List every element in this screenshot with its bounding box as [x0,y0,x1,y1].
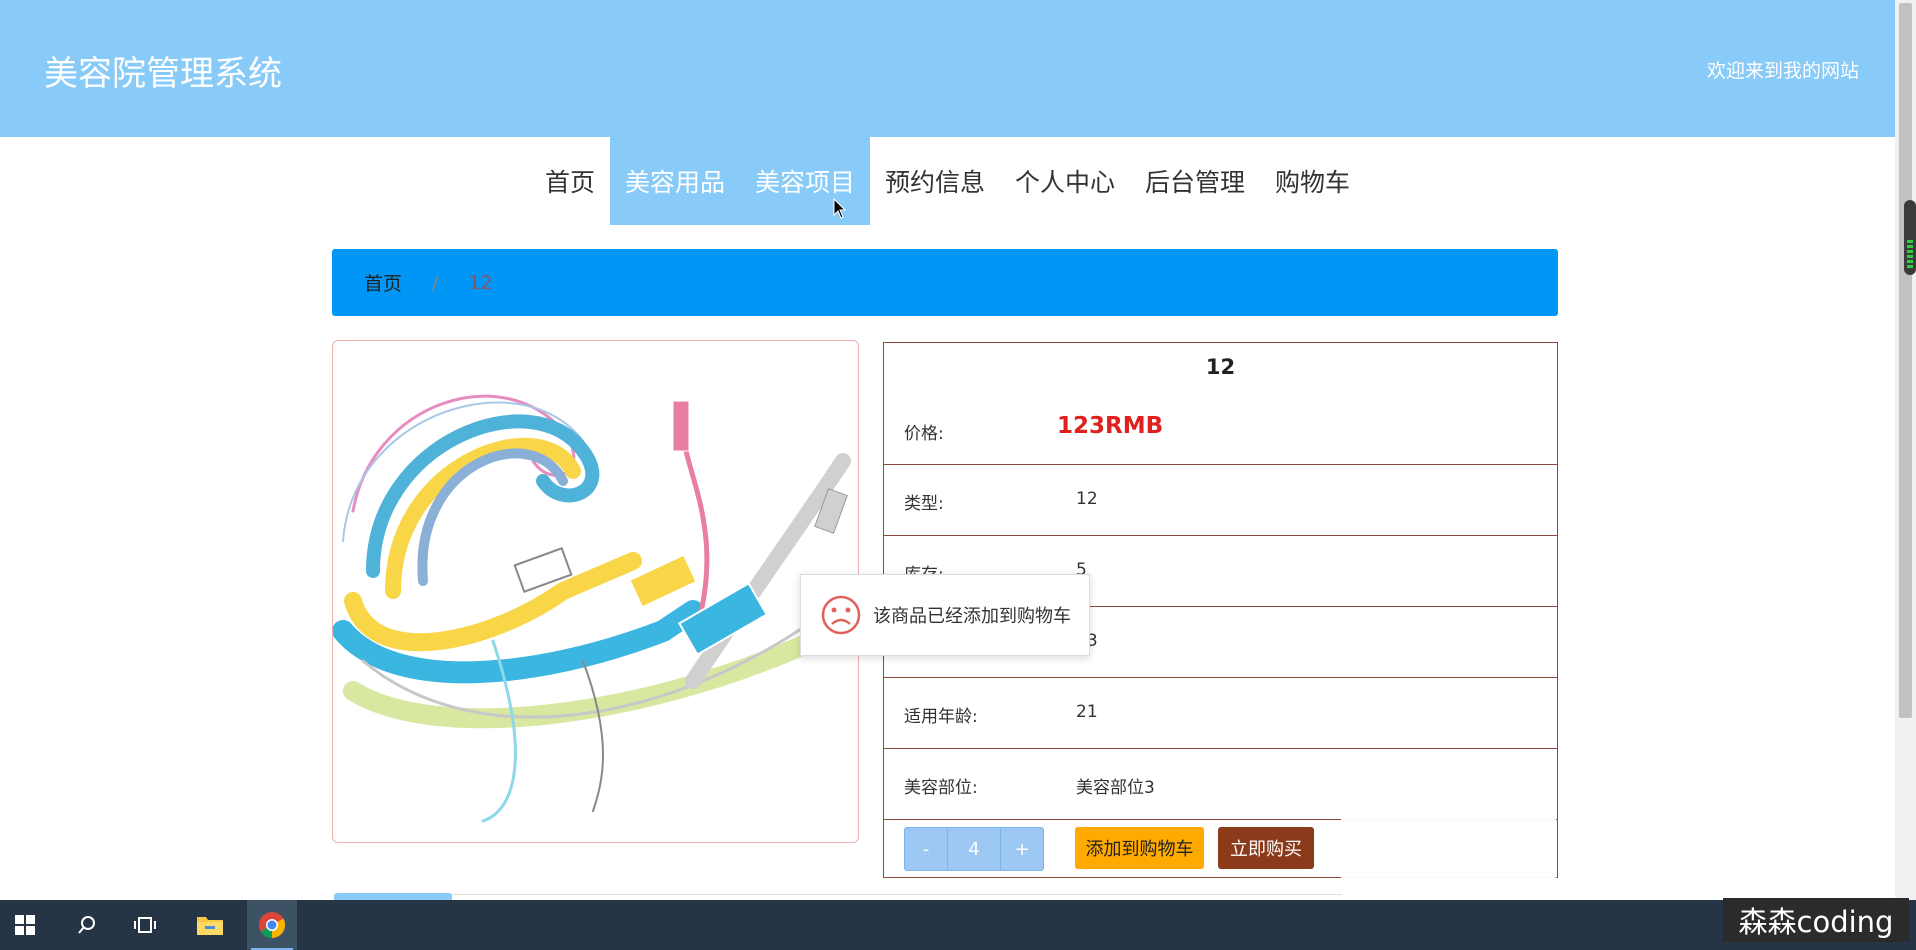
chrome-icon[interactable] [247,900,297,950]
mouse-cursor-icon [833,198,847,219]
body-part-value: 美容部位3 [1076,778,1155,798]
windows-start-icon[interactable] [0,900,50,950]
nav-item-appointments[interactable]: 预约信息 [870,137,1000,225]
product-image [332,340,859,843]
nav-item-personal-center[interactable]: 个人中心 [1000,137,1130,225]
toast-message: 该商品已经添加到购物车 [873,606,1071,627]
watermark: 森森coding [1723,898,1909,942]
search-icon[interactable] [62,900,112,950]
site-title: 美容院管理系统 [44,54,282,94]
toast-notification: 该商品已经添加到购物车 [800,574,1090,656]
quantity-value[interactable]: 4 [947,828,1001,870]
buy-now-button[interactable]: 立即购买 [1218,827,1314,869]
scrollbar-thumb[interactable] [1899,3,1912,718]
sad-face-icon [821,595,861,635]
price-label: 价格: [904,424,944,444]
nav-item-admin[interactable]: 后台管理 [1130,137,1260,225]
task-view-icon[interactable] [120,900,170,950]
body-part-label: 美容部位: [904,778,978,798]
age-row: 适用年龄: 21 [884,678,1557,749]
vertical-scrollbar[interactable] [1895,0,1916,900]
main-nav: 首页 美容用品 美容项目 预约信息 个人中心 后台管理 购物车 [0,137,1895,225]
type-value: 12 [1076,489,1098,509]
age-value: 21 [1076,702,1098,722]
nav-item-home[interactable]: 首页 [530,137,610,225]
breadcrumb: 首页 / 12 [332,249,1558,316]
breadcrumb-home[interactable]: 首页 [364,269,402,296]
usb-cables-illustration [333,394,855,823]
bottom-divider [452,894,1342,895]
white-overlay [1341,760,1556,895]
breadcrumb-separator: / [432,271,439,294]
price-row: 价格: 123RMB [884,343,1557,465]
quantity-increment-button[interactable]: + [1001,828,1043,870]
quantity-decrement-button[interactable]: - [905,828,947,870]
price-value: 123RMB [1057,413,1164,439]
file-explorer-icon[interactable] [185,900,235,950]
nav-item-beauty-projects[interactable]: 美容项目 [739,137,870,225]
add-to-cart-button[interactable]: 添加到购物车 [1075,827,1204,869]
type-row: 类型: 12 [884,465,1557,536]
age-label: 适用年龄: [904,707,978,727]
quantity-stepper[interactable]: - 4 + [904,827,1044,871]
nav-item-beauty-products[interactable]: 美容用品 [609,137,740,225]
scroll-indicator [1904,200,1916,275]
breadcrumb-current: 12 [468,271,493,294]
site-header: 美容院管理系统 欢迎来到我的网站 [0,0,1895,137]
welcome-text: 欢迎来到我的网站 [1706,60,1859,82]
nav-item-cart[interactable]: 购物车 [1260,137,1365,225]
windows-taskbar [0,900,1916,950]
type-label: 类型: [904,494,944,514]
